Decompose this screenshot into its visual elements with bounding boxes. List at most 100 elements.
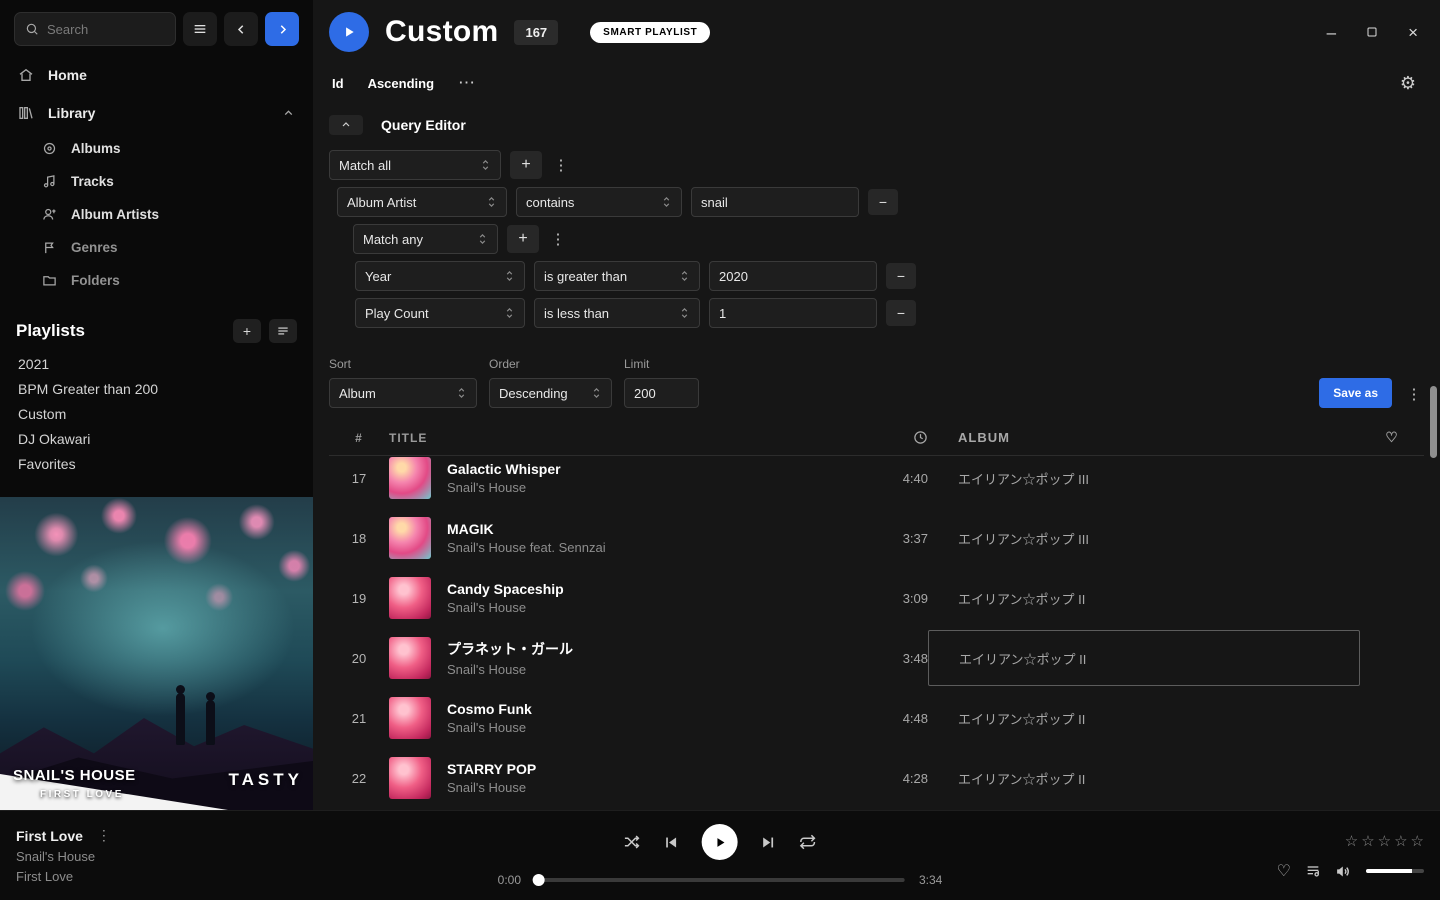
rule-value-input[interactable] (691, 187, 859, 217)
now-playing-info: First Love ⋮ Snail's House First Love (16, 827, 316, 884)
table-row[interactable]: 21 Cosmo Funk Snail's House 4:48 エイリアン☆ポ… (329, 688, 1424, 748)
next-icon[interactable] (760, 834, 777, 851)
heart-icon[interactable]: ♡ (1277, 861, 1291, 881)
table-row[interactable]: 18 MAGIK Snail's House feat. Sennzai 3:3… (329, 508, 1424, 568)
sidebar-item-album-artists[interactable]: Album Artists (0, 198, 313, 231)
column-title[interactable]: TITLE (389, 431, 842, 445)
track-album[interactable]: エイリアン☆ポップ III (928, 529, 1360, 548)
more-horizontal-icon[interactable]: ⋯ (458, 73, 476, 93)
track-artist[interactable]: Snail's House feat. Sennzai (447, 540, 606, 555)
chevron-up-icon[interactable] (282, 107, 295, 120)
table-row[interactable]: 17 Galactic Whisper Snail's House 4:40 エ… (329, 448, 1424, 508)
nav-forward-button[interactable] (265, 12, 299, 46)
remove-rule-button[interactable]: − (886, 300, 916, 326)
volume-icon[interactable] (1335, 863, 1352, 880)
shuffle-icon[interactable] (623, 833, 641, 851)
track-artist[interactable]: Snail's House (447, 480, 561, 495)
more-vertical-icon[interactable]: ⋮ (97, 827, 111, 844)
column-number[interactable]: # (329, 431, 389, 445)
track-artist[interactable]: Snail's House (447, 780, 536, 795)
menu-icon[interactable] (183, 12, 217, 46)
match-type-select[interactable]: Match all (329, 150, 501, 180)
sidebar-item-albums[interactable]: Albums (0, 132, 313, 165)
column-duration[interactable] (842, 430, 928, 445)
rule-field-select[interactable]: Year (355, 261, 525, 291)
sort-field-button[interactable]: Id (332, 76, 344, 91)
playlist-item[interactable]: DJ Okawari (0, 426, 313, 451)
search-field[interactable] (47, 22, 165, 37)
track-album[interactable]: エイリアン☆ポップ II (928, 589, 1360, 608)
track-album[interactable]: エイリアン☆ポップ III (928, 469, 1360, 488)
play-playlist-button[interactable] (329, 12, 369, 52)
nav-back-button[interactable] (224, 12, 258, 46)
rule-operator-select[interactable]: contains (516, 187, 682, 217)
now-playing-album[interactable]: First Love (16, 869, 316, 884)
repeat-icon[interactable] (799, 833, 817, 851)
close-icon[interactable]: × (1408, 24, 1418, 41)
sidebar-item-home[interactable]: Home (0, 56, 313, 94)
rule-field-select[interactable]: Album Artist (337, 187, 507, 217)
sort-select[interactable]: Album (329, 378, 477, 408)
star-icon[interactable]: ☆ (1394, 832, 1407, 850)
playlist-item[interactable]: Custom (0, 401, 313, 426)
playlist-list-icon[interactable] (269, 319, 297, 343)
rule-value-input[interactable] (709, 298, 877, 328)
playlist-item[interactable]: BPM Greater than 200 (0, 376, 313, 401)
track-album[interactable]: エイリアン☆ポップ II (928, 709, 1360, 728)
sort-order-button[interactable]: Ascending (368, 76, 434, 91)
rule-field-select[interactable]: Play Count (355, 298, 525, 328)
sidebar-item-tracks[interactable]: Tracks (0, 165, 313, 198)
minimize-icon[interactable]: – (1327, 24, 1336, 41)
gear-icon[interactable]: ⚙ (1400, 73, 1416, 94)
search-input[interactable] (14, 12, 176, 46)
match-type-select[interactable]: Match any (353, 224, 498, 254)
more-vertical-icon[interactable]: ⋮ (548, 225, 568, 253)
star-icon[interactable]: ☆ (1411, 832, 1424, 850)
volume-slider[interactable] (1366, 869, 1424, 873)
table-row[interactable]: 22 STARRY POP Snail's House 4:28 エイリアン☆ポ… (329, 748, 1424, 808)
remove-rule-button[interactable]: − (886, 263, 916, 289)
heart-icon[interactable]: ♡ (1360, 429, 1424, 446)
save-as-button[interactable]: Save as (1319, 378, 1392, 408)
previous-icon[interactable] (663, 834, 680, 851)
queue-icon[interactable] (1305, 863, 1321, 879)
rule-value-input[interactable] (709, 261, 877, 291)
star-icon[interactable]: ☆ (1361, 832, 1374, 850)
seek-handle[interactable] (533, 874, 545, 886)
star-icon[interactable]: ☆ (1378, 832, 1391, 850)
column-album[interactable]: ALBUM (928, 430, 1360, 445)
seek-slider[interactable] (535, 878, 905, 882)
sidebar-item-folders[interactable]: Folders (0, 264, 313, 297)
remove-rule-button[interactable]: − (868, 189, 898, 215)
track-artist[interactable]: Snail's House (447, 600, 564, 615)
add-rule-button[interactable]: + (510, 151, 542, 179)
scrollbar-thumb[interactable] (1430, 386, 1437, 458)
rule-operator-select[interactable]: is greater than (534, 261, 700, 291)
table-row[interactable]: 19 Candy Spaceship Snail's House 3:09 エイ… (329, 568, 1424, 628)
more-vertical-icon[interactable]: ⋮ (551, 151, 571, 179)
track-album[interactable]: エイリアン☆ポップ II (928, 769, 1360, 788)
folder-icon (42, 273, 57, 288)
now-playing-title[interactable]: First Love (16, 828, 83, 844)
track-artist[interactable]: Snail's House (447, 720, 532, 735)
playlist-item[interactable]: Favorites (0, 451, 313, 476)
track-number: 18 (329, 531, 389, 546)
sidebar-item-genres[interactable]: Genres (0, 231, 313, 264)
table-row[interactable]: 20 プラネット・ガール Snail's House 3:48 エイリアン☆ポッ… (329, 628, 1424, 688)
sidebar-item-library[interactable]: Library (0, 94, 313, 132)
track-artist[interactable]: Snail's House (447, 662, 573, 677)
order-select[interactable]: Descending (489, 378, 612, 408)
play-button[interactable] (702, 824, 738, 860)
now-playing-artist[interactable]: Snail's House (16, 849, 316, 864)
track-album-focused[interactable]: エイリアン☆ポップ II (928, 630, 1360, 686)
add-rule-button[interactable]: + (507, 225, 539, 253)
limit-input[interactable] (624, 378, 699, 408)
now-playing-artwork[interactable]: SNAIL'S HOUSE FIRST LOVE TASTY (0, 497, 313, 810)
rule-operator-select[interactable]: is less than (534, 298, 700, 328)
star-icon[interactable]: ☆ (1345, 832, 1358, 850)
more-vertical-icon[interactable]: ⋮ (1404, 380, 1424, 408)
collapse-query-editor-button[interactable] (329, 115, 363, 135)
playlist-item[interactable]: 2021 (0, 351, 313, 376)
add-playlist-button[interactable]: + (233, 319, 261, 343)
maximize-icon[interactable] (1366, 26, 1378, 38)
